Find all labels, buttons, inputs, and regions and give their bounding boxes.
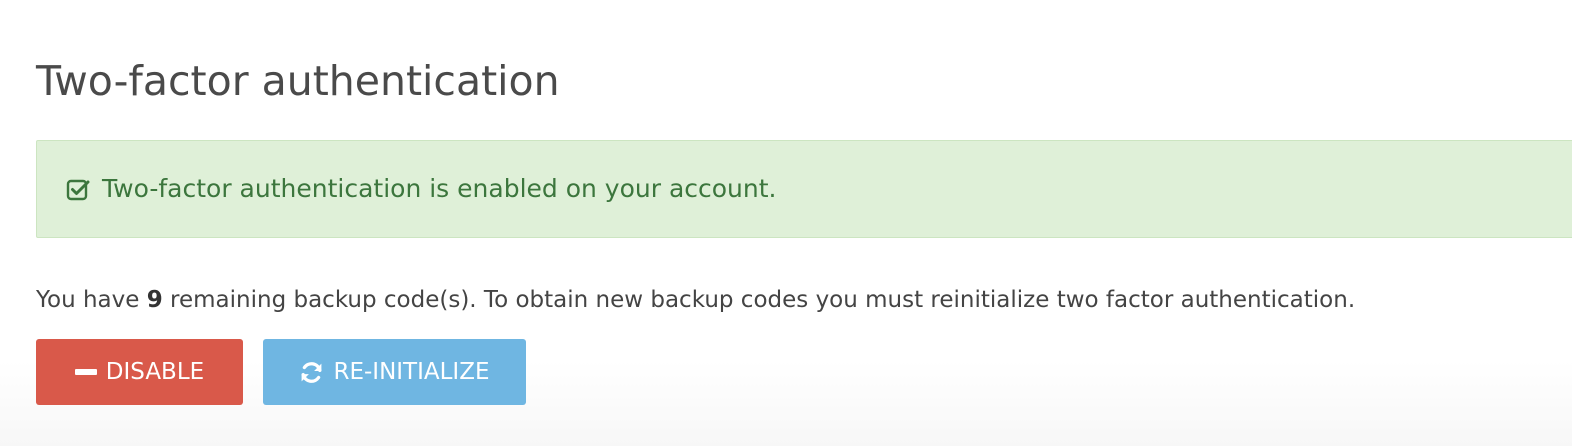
minus-icon <box>74 369 97 375</box>
backup-info-prefix: You have <box>36 287 147 313</box>
check-square-icon <box>66 177 90 201</box>
page-title: Two-factor authentication <box>36 57 560 105</box>
backup-code-count: 9 <box>146 287 163 313</box>
backup-codes-info: You have 9 remaining backup code(s). To … <box>36 284 1355 316</box>
alert-message: Two-factor authentication is enabled on … <box>102 173 777 203</box>
success-alert: Two-factor authentication is enabled on … <box>36 140 1572 238</box>
refresh-icon <box>299 360 324 385</box>
disable-button[interactable]: DISABLE <box>36 339 243 405</box>
reinitialize-button[interactable]: RE-INITIALIZE <box>263 339 526 405</box>
reinitialize-button-label: RE-INITIALIZE <box>333 359 490 385</box>
backup-info-suffix: remaining backup code(s). To obtain new … <box>162 287 1356 313</box>
disable-button-label: DISABLE <box>105 359 205 385</box>
